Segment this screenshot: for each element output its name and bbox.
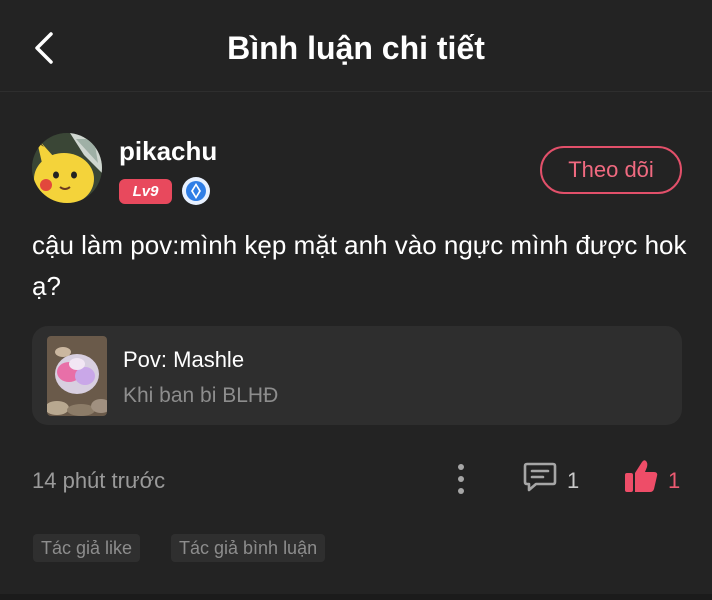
tag-author-comment[interactable]: Tác giả bình luận <box>171 534 326 562</box>
level-badge: Lv9 <box>119 179 172 204</box>
header-bar: Bình luận chi tiết <box>0 0 712 92</box>
like-count: 1 <box>668 468 681 493</box>
like-icon[interactable] <box>622 457 660 495</box>
avatar[interactable] <box>32 133 102 203</box>
comment-text: cậu làm pov:mình kẹp mặt anh vào ngực mì… <box>32 230 687 301</box>
section-divider <box>0 594 712 600</box>
follow-button[interactable]: Theo dõi <box>540 146 682 194</box>
reply-count: 1 <box>567 468 580 493</box>
story-card[interactable]: Pov: Mashle Khi ban bi BLHĐ <box>32 326 682 425</box>
tag-author-like[interactable]: Tác giả like <box>33 534 141 562</box>
verified-badge-icon <box>182 177 210 205</box>
story-thumbnail <box>47 336 107 416</box>
dot <box>458 464 464 470</box>
reply-icon[interactable] <box>522 460 558 494</box>
dot <box>458 488 464 494</box>
story-title: Pov: Mashle <box>123 347 245 372</box>
dot <box>458 476 464 482</box>
more-options-icon[interactable] <box>451 461 471 497</box>
username[interactable]: pikachu <box>119 136 217 167</box>
story-subtitle: Khi ban bi BLHĐ <box>123 384 279 407</box>
timestamp: 14 phút trước <box>32 468 166 493</box>
page-title: Bình luận chi tiết <box>227 30 485 66</box>
